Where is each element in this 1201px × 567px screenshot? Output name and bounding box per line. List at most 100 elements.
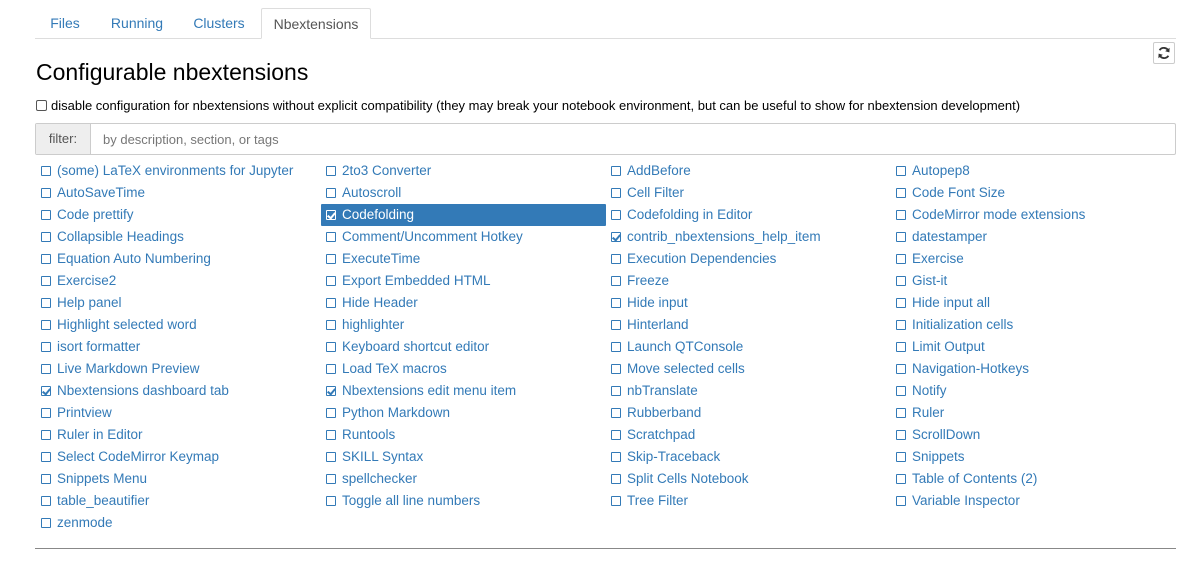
unchecked-checkbox-icon[interactable] — [326, 188, 336, 198]
unchecked-checkbox-icon[interactable] — [896, 320, 906, 330]
unchecked-checkbox-icon[interactable] — [896, 452, 906, 462]
extension-item[interactable]: Exercise2 — [36, 270, 321, 292]
extension-item[interactable]: Table of Contents (2) — [891, 468, 1176, 490]
extension-item[interactable]: Code Font Size — [891, 182, 1176, 204]
tab-running[interactable]: Running — [99, 8, 175, 38]
unchecked-checkbox-icon[interactable] — [611, 496, 621, 506]
checked-checkbox-icon[interactable] — [326, 386, 336, 396]
unchecked-checkbox-icon[interactable] — [41, 188, 51, 198]
extension-item[interactable]: CodeMirror mode extensions — [891, 204, 1176, 226]
extension-item[interactable]: Live Markdown Preview — [36, 358, 321, 380]
unchecked-checkbox-icon[interactable] — [611, 430, 621, 440]
extension-item[interactable]: Rubberband — [606, 402, 891, 424]
extension-item[interactable]: Snippets Menu — [36, 468, 321, 490]
extension-item[interactable]: contrib_nbextensions_help_item — [606, 226, 891, 248]
extension-item[interactable]: Toggle all line numbers — [321, 490, 606, 512]
extension-item[interactable]: Navigation-Hotkeys — [891, 358, 1176, 380]
unchecked-checkbox-icon[interactable] — [611, 320, 621, 330]
unchecked-checkbox-icon[interactable] — [611, 166, 621, 176]
extension-item[interactable]: Initialization cells — [891, 314, 1176, 336]
extension-item[interactable]: spellchecker — [321, 468, 606, 490]
refresh-button[interactable] — [1153, 42, 1175, 64]
extension-item[interactable]: Split Cells Notebook — [606, 468, 891, 490]
unchecked-checkbox-icon[interactable] — [611, 364, 621, 374]
unchecked-checkbox-icon[interactable] — [41, 364, 51, 374]
extension-item[interactable]: Limit Output — [891, 336, 1176, 358]
extension-item[interactable]: table_beautifier — [36, 490, 321, 512]
extension-item[interactable]: Autopep8 — [891, 160, 1176, 182]
tab-clusters[interactable]: Clusters — [183, 8, 255, 38]
extension-item[interactable]: Hide input — [606, 292, 891, 314]
unchecked-checkbox-icon[interactable] — [896, 386, 906, 396]
extension-item[interactable]: 2to3 Converter — [321, 160, 606, 182]
extension-item[interactable]: Snippets — [891, 446, 1176, 468]
extension-item[interactable]: Nbextensions edit menu item — [321, 380, 606, 402]
unchecked-checkbox-icon[interactable] — [896, 298, 906, 308]
extension-item[interactable]: Code prettify — [36, 204, 321, 226]
extension-item[interactable]: Launch QTConsole — [606, 336, 891, 358]
unchecked-checkbox-icon[interactable] — [41, 232, 51, 242]
unchecked-checkbox-icon[interactable] — [41, 496, 51, 506]
unchecked-checkbox-icon[interactable] — [326, 276, 336, 286]
unchecked-checkbox-icon[interactable] — [326, 496, 336, 506]
unchecked-checkbox-icon[interactable] — [41, 474, 51, 484]
unchecked-checkbox-icon[interactable] — [896, 474, 906, 484]
extension-item[interactable]: (some) LaTeX environments for Jupyter — [36, 160, 321, 182]
unchecked-checkbox-icon[interactable] — [896, 254, 906, 264]
unchecked-checkbox-icon[interactable] — [41, 430, 51, 440]
unchecked-checkbox-icon[interactable] — [41, 276, 51, 286]
extension-item[interactable]: Keyboard shortcut editor — [321, 336, 606, 358]
extension-item[interactable]: Notify — [891, 380, 1176, 402]
tab-files[interactable]: Files — [35, 8, 95, 38]
unchecked-checkbox-icon[interactable] — [41, 298, 51, 308]
unchecked-checkbox-icon[interactable] — [326, 452, 336, 462]
extension-item[interactable]: Export Embedded HTML — [321, 270, 606, 292]
checked-checkbox-icon[interactable] — [41, 386, 51, 396]
extension-item[interactable]: highlighter — [321, 314, 606, 336]
unchecked-checkbox-icon[interactable] — [611, 408, 621, 418]
extension-item[interactable]: Cell Filter — [606, 182, 891, 204]
unchecked-checkbox-icon[interactable] — [326, 232, 336, 242]
unchecked-checkbox-icon[interactable] — [611, 188, 621, 198]
extension-item[interactable]: Exercise — [891, 248, 1176, 270]
extension-item[interactable]: Ruler in Editor — [36, 424, 321, 446]
extension-item[interactable]: Codefolding — [321, 204, 606, 226]
unchecked-checkbox-icon[interactable] — [896, 430, 906, 440]
extension-item[interactable]: Freeze — [606, 270, 891, 292]
extension-item[interactable]: Runtools — [321, 424, 606, 446]
extension-item[interactable]: AutoSaveTime — [36, 182, 321, 204]
unchecked-checkbox-icon[interactable] — [896, 364, 906, 374]
unchecked-checkbox-icon[interactable] — [896, 408, 906, 418]
extension-item[interactable]: Help panel — [36, 292, 321, 314]
unchecked-checkbox-icon[interactable] — [326, 364, 336, 374]
extension-item[interactable]: ExecuteTime — [321, 248, 606, 270]
unchecked-checkbox-icon[interactable] — [611, 452, 621, 462]
unchecked-checkbox-icon[interactable] — [326, 430, 336, 440]
unchecked-checkbox-icon[interactable] — [41, 518, 51, 528]
extension-item[interactable]: Move selected cells — [606, 358, 891, 380]
unchecked-checkbox-icon[interactable] — [326, 474, 336, 484]
extension-item[interactable]: Autoscroll — [321, 182, 606, 204]
extension-item[interactable]: Skip-Traceback — [606, 446, 891, 468]
checked-checkbox-icon[interactable] — [611, 232, 621, 242]
extension-item[interactable]: AddBefore — [606, 160, 891, 182]
unchecked-checkbox-icon[interactable] — [326, 298, 336, 308]
extension-item[interactable]: Load TeX macros — [321, 358, 606, 380]
unchecked-checkbox-icon[interactable] — [611, 386, 621, 396]
extension-item[interactable]: Collapsible Headings — [36, 226, 321, 248]
extension-item[interactable]: Comment/Uncomment Hotkey — [321, 226, 606, 248]
extension-item[interactable]: Python Markdown — [321, 402, 606, 424]
unchecked-checkbox-icon[interactable] — [611, 474, 621, 484]
extension-item[interactable]: Hide Header — [321, 292, 606, 314]
unchecked-checkbox-icon[interactable] — [326, 320, 336, 330]
unchecked-checkbox-icon[interactable] — [896, 276, 906, 286]
extension-item[interactable]: Highlight selected word — [36, 314, 321, 336]
unchecked-checkbox-icon[interactable] — [896, 210, 906, 220]
unchecked-checkbox-icon[interactable] — [41, 342, 51, 352]
extension-item[interactable]: Nbextensions dashboard tab — [36, 380, 321, 402]
unchecked-checkbox-icon[interactable] — [896, 188, 906, 198]
extension-item[interactable]: Gist-it — [891, 270, 1176, 292]
unchecked-checkbox-icon[interactable] — [611, 342, 621, 352]
extension-item[interactable]: Scratchpad — [606, 424, 891, 446]
extension-item[interactable]: Tree Filter — [606, 490, 891, 512]
